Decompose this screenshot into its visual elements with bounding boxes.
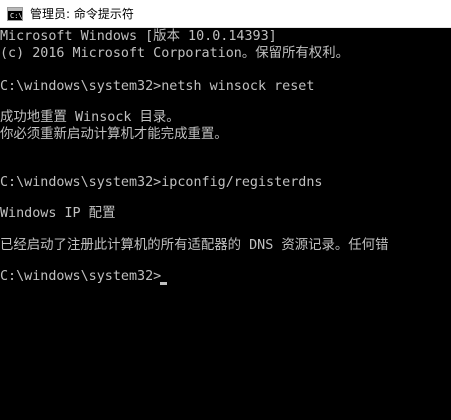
- title-bar[interactable]: C:\ 管理员: 命令提示符: [0, 0, 451, 28]
- cmd-icon-bar: [8, 7, 22, 11]
- command-prompt-window: C:\ 管理员: 命令提示符 Microsoft Windows [版本 10.…: [0, 0, 451, 420]
- console-line-restart-notice: 你必须重新启动计算机才能完成重置。: [0, 127, 228, 142]
- console-line-prompt[interactable]: C:\windows\system32>: [0, 268, 161, 286]
- console-line-version: Microsoft Windows [版本 10.0.14393]: [0, 29, 277, 44]
- console-line-copyright: (c) 2016 Microsoft Corporation。保留所有权利。: [0, 46, 349, 61]
- console-line-ip-config: Windows IP 配置: [0, 206, 116, 221]
- cmd-icon-prompt: C:\: [10, 11, 23, 20]
- console-line-winsock-result: 成功地重置 Winsock 目录。: [0, 110, 180, 125]
- cmd-icon: C:\: [7, 6, 23, 21]
- console-output[interactable]: Microsoft Windows [版本 10.0.14393] (c) 20…: [0, 28, 451, 420]
- window-title: 管理员: 命令提示符: [30, 7, 134, 21]
- console-line-dns-result: 已经启动了注册此计算机的所有适配器的 DNS 资源记录。任何错: [0, 238, 389, 253]
- console-line-command-registerdns: C:\windows\system32>ipconfig/registerdns: [0, 175, 323, 190]
- console-line-command-winsock: C:\windows\system32>netsh winsock reset: [0, 79, 315, 94]
- text-cursor: [160, 282, 167, 285]
